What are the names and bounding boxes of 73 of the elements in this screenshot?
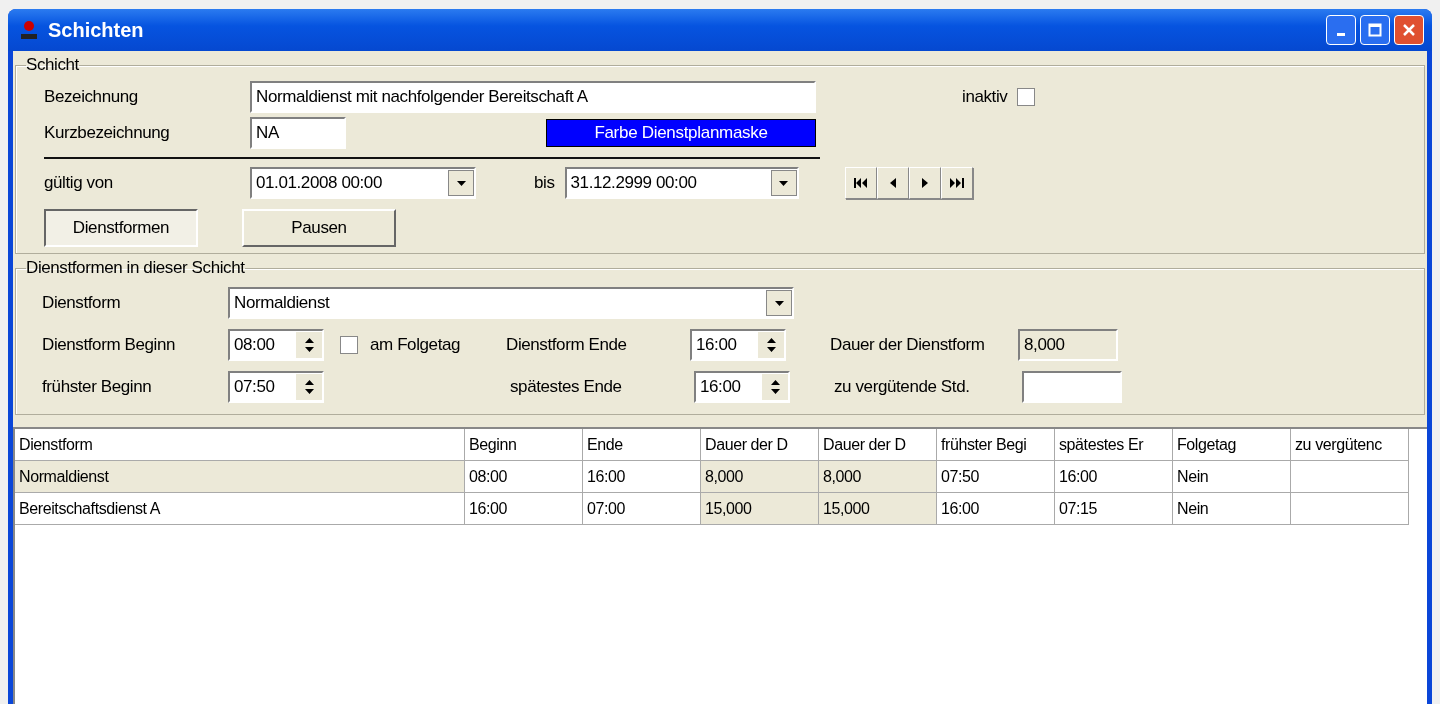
spin-arrows-icon — [296, 374, 322, 400]
field-label: inaktiv — [962, 87, 1008, 107]
table-cell: 07:15 — [1055, 493, 1173, 525]
table-cell: 16:00 — [1055, 461, 1173, 493]
short-name-field[interactable]: NA — [250, 117, 346, 149]
next-day-checkbox[interactable] — [340, 336, 358, 354]
column-header[interactable]: Dauer der D — [701, 429, 819, 461]
table-cell: Nein — [1173, 493, 1291, 525]
table-cell: Nein — [1173, 461, 1291, 493]
field-label: frühster Beginn — [42, 377, 153, 397]
field-label: spätestes Ende — [510, 377, 623, 397]
table-cell: 16:00 — [937, 493, 1055, 525]
window-title: Schichten — [48, 18, 144, 42]
app-logo-icon — [18, 19, 40, 41]
table-cell: 15,000 — [819, 493, 937, 525]
next-icon — [921, 178, 928, 188]
table-cell: 8,000 — [819, 461, 937, 493]
field-label: am Folgetag — [370, 335, 462, 355]
previous-icon — [889, 178, 896, 188]
group-title: Dienstformen in dieser Schicht — [26, 258, 245, 278]
column-header[interactable]: spätestes Er — [1055, 429, 1173, 461]
field-label: Dienstform Beginn — [42, 335, 177, 355]
service-form-dropdown[interactable]: Normaldienst — [228, 287, 794, 319]
minimize-button[interactable] — [1326, 15, 1356, 45]
close-icon — [1402, 23, 1416, 37]
field-label: gültig von — [44, 173, 114, 193]
table-cell: 8,000 — [701, 461, 819, 493]
previous-record-button[interactable] — [876, 167, 909, 199]
latest-end-spinner[interactable]: 16:00 — [694, 371, 790, 403]
spin-arrows-icon — [762, 374, 788, 400]
spin-arrows-icon — [296, 332, 322, 358]
field-label: zu vergütende Std. — [834, 377, 971, 397]
column-header[interactable]: Ende — [583, 429, 701, 461]
paid-hours-field[interactable] — [1022, 371, 1122, 403]
group-title: Schicht — [26, 55, 79, 75]
duration-field[interactable]: 8,000 — [1018, 329, 1118, 361]
column-header[interactable]: Dienstform — [15, 429, 465, 461]
table-cell: 15,000 — [701, 493, 819, 525]
column-header[interactable]: Beginn — [465, 429, 583, 461]
column-header[interactable]: zu vergütenc — [1291, 429, 1409, 461]
table-cell: Bereitschaftsdienst A — [15, 493, 465, 525]
end-time-spinner[interactable]: 16:00 — [690, 329, 786, 361]
maximize-icon — [1368, 23, 1382, 37]
table-cell: 07:50 — [937, 461, 1055, 493]
table-cell: Normaldienst — [15, 461, 465, 493]
minimize-icon — [1337, 32, 1345, 36]
color-button[interactable]: Farbe Dienstplanmaske — [546, 119, 816, 147]
field-label: bis — [534, 173, 555, 193]
maximize-button[interactable] — [1360, 15, 1390, 45]
close-button[interactable] — [1394, 15, 1424, 45]
spin-arrows-icon — [758, 332, 784, 358]
column-header[interactable]: Folgetag — [1173, 429, 1291, 461]
skip-first-icon — [853, 178, 868, 188]
field-label: Bezeichnung — [44, 87, 139, 107]
table-cell: 08:00 — [465, 461, 583, 493]
name-field[interactable]: Normaldienst mit nachfolgender Bereitschaft A — [250, 81, 816, 113]
field-label: Kurzbezeichnung — [44, 123, 171, 143]
start-time-spinner[interactable]: 08:00 — [228, 329, 324, 361]
next-record-button[interactable] — [908, 167, 941, 199]
valid-to-dropdown[interactable]: 31.12.2999 00:00 — [564, 167, 799, 199]
earliest-start-spinner[interactable]: 07:50 — [228, 371, 324, 403]
field-label: Dauer der Dienstform — [830, 335, 986, 355]
column-header[interactable]: Dauer der D — [819, 429, 937, 461]
section-tab[interactable]: Pausen — [242, 209, 396, 247]
table-cell: 16:00 — [465, 493, 583, 525]
skip-last-icon — [949, 178, 964, 188]
field-label: Dienstform — [42, 293, 122, 313]
field-label: Dienstform Ende — [506, 335, 628, 355]
column-header[interactable]: frühster Begi — [937, 429, 1055, 461]
valid-from-dropdown[interactable]: 01.01.2008 00:00 — [250, 167, 476, 199]
last-record-button[interactable] — [940, 167, 973, 199]
first-record-button[interactable] — [844, 167, 877, 199]
section-tab[interactable]: Dienstformen — [44, 209, 198, 247]
